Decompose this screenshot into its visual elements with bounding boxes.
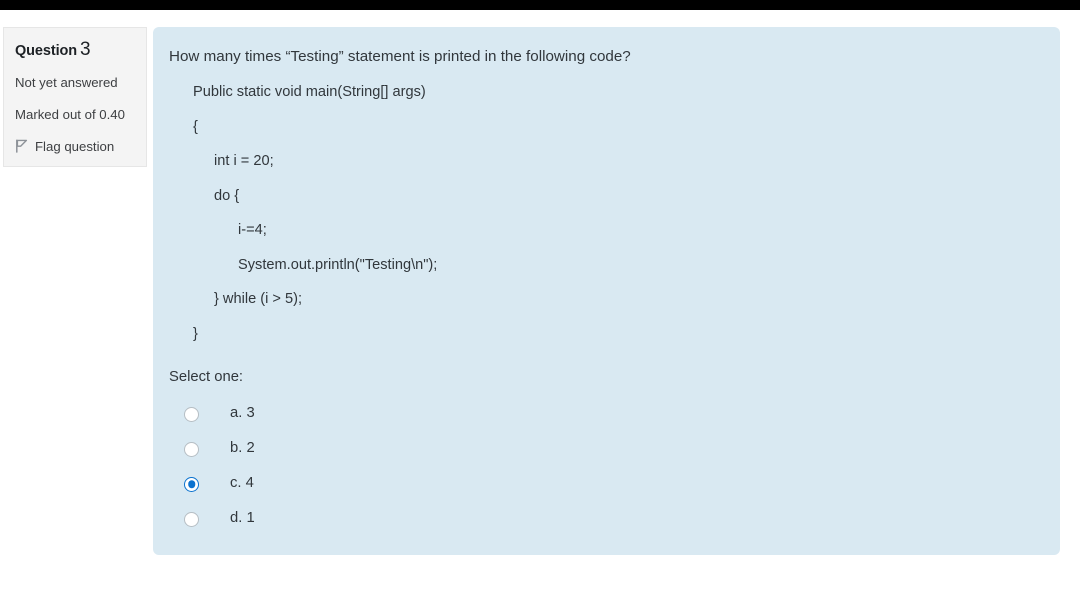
answer-option[interactable]: d. 1 xyxy=(169,502,1036,537)
answer-label: c. 4 xyxy=(230,475,254,492)
code-block: Public static void main(String[] args) { i… xyxy=(169,84,1036,343)
flag-icon xyxy=(15,139,28,153)
code-line: int i = 20; xyxy=(214,153,274,169)
question-content-panel: How many times “Testing” statement is pr… xyxy=(153,27,1060,555)
answer-radio[interactable] xyxy=(184,441,199,457)
code-line: i-=4; xyxy=(238,222,267,238)
code-line: } xyxy=(193,325,198,342)
answer-radio[interactable] xyxy=(184,511,199,527)
flag-question-button[interactable]: Flag question xyxy=(15,139,136,154)
question-number: 3 xyxy=(80,39,91,60)
answer-options-list: a. 3 b. 2 c. 4 d. 1 xyxy=(169,397,1036,537)
answer-option[interactable]: b. 2 xyxy=(169,432,1036,467)
code-line: { xyxy=(193,118,198,135)
code-line: } while (i > 5); xyxy=(214,291,303,307)
code-line: Public static void main(String[] args) xyxy=(193,84,426,100)
question-marks: Marked out of 0.40 xyxy=(15,106,125,122)
question-text: How many times “Testing” statement is pr… xyxy=(169,48,631,65)
answer-label: d. 1 xyxy=(230,510,255,527)
answer-label: a. 3 xyxy=(230,405,255,422)
page-body: Question 3 Not yet answered Marked out of… xyxy=(0,10,1080,598)
question-info-panel: Question 3 Not yet answered Marked out of… xyxy=(3,27,147,167)
code-line: System.out.println("Testing\n"); xyxy=(238,256,438,273)
answer-radio[interactable] xyxy=(184,406,199,422)
question-heading-label: Question xyxy=(15,43,78,59)
flag-question-label: Flag question xyxy=(35,138,115,154)
answer-option[interactable]: c. 4 xyxy=(169,467,1036,502)
answer-label: b. 2 xyxy=(230,440,255,457)
code-line: do { xyxy=(214,187,240,204)
answer-option[interactable]: a. 3 xyxy=(169,397,1036,432)
select-one-prompt: Select one: xyxy=(169,369,244,385)
page-title: Question 3 xyxy=(15,40,136,59)
answer-radio[interactable] xyxy=(184,476,199,492)
question-state: Not yet answered xyxy=(15,75,118,90)
top-black-bar xyxy=(0,0,1080,10)
